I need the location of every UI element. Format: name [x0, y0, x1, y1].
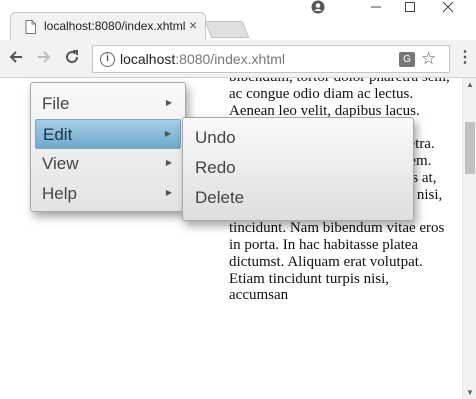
tab-strip: localhost:8080/index.xhtml × [0, 0, 476, 40]
submenu-arrow-icon: ▶ [164, 129, 171, 138]
maximize-icon[interactable] [396, 0, 424, 20]
translate-icon[interactable]: G [399, 52, 415, 67]
tab-title: localhost:8080/index.xhtml [44, 19, 186, 33]
menu-item-label: Help [42, 184, 77, 203]
browser-toolbar: i localhost:8080/index.xhtml G ☆ ⋮ [0, 40, 476, 78]
menu-item-view[interactable]: View ▶ [35, 149, 181, 179]
browser-tab[interactable]: localhost:8080/index.xhtml × [10, 12, 206, 40]
scrollbar-thumb[interactable] [465, 122, 475, 174]
url-host: localhost [120, 51, 176, 67]
menu-item-file[interactable]: File ▶ [35, 89, 181, 119]
star-icon[interactable]: ☆ [421, 49, 436, 69]
edit-submenu: Undo Redo Delete [182, 117, 414, 221]
minimize-icon[interactable] [362, 0, 390, 20]
url-text: localhost:8080/index.xhtml [120, 51, 285, 67]
submenu-item-undo[interactable]: Undo [183, 123, 413, 153]
kebab-menu-icon[interactable]: ⋮ [457, 50, 473, 66]
submenu-arrow-icon: ▶ [165, 188, 172, 197]
info-icon[interactable]: i [100, 52, 115, 67]
submenu-item-redo[interactable]: Redo [183, 153, 413, 183]
menu-item-label: File [42, 94, 70, 113]
menubar: File ▶ Edit ▶ View ▶ Help ▶ [30, 82, 186, 212]
menu-item-label: Edit [43, 125, 73, 144]
reload-icon[interactable] [62, 49, 82, 69]
menu-item-edit[interactable]: Edit ▶ [35, 119, 181, 149]
close-window-icon[interactable] [434, 0, 462, 20]
arrow-right-icon[interactable] [34, 49, 54, 69]
vertical-scrollbar[interactable]: ▲ ▼ [462, 78, 476, 399]
menu-item-help[interactable]: Help ▶ [35, 179, 181, 209]
scroll-down-arrow-icon[interactable]: ▼ [466, 388, 474, 397]
new-tab-button[interactable] [204, 21, 250, 38]
menu-item-label: View [42, 154, 79, 173]
arrow-left-icon[interactable] [6, 49, 26, 69]
url-path: :8080/index.xhtml [175, 51, 285, 67]
page-icon [25, 20, 36, 34]
scroll-up-arrow-icon[interactable]: ▲ [466, 80, 474, 89]
submenu-arrow-icon: ▶ [165, 98, 172, 107]
submenu-item-delete[interactable]: Delete [183, 183, 413, 213]
tab-close-icon[interactable]: × [189, 17, 197, 33]
address-bar[interactable]: i localhost:8080/index.xhtml G ☆ [92, 45, 450, 73]
profile-icon[interactable] [304, 0, 332, 20]
submenu-arrow-icon: ▶ [165, 158, 172, 167]
